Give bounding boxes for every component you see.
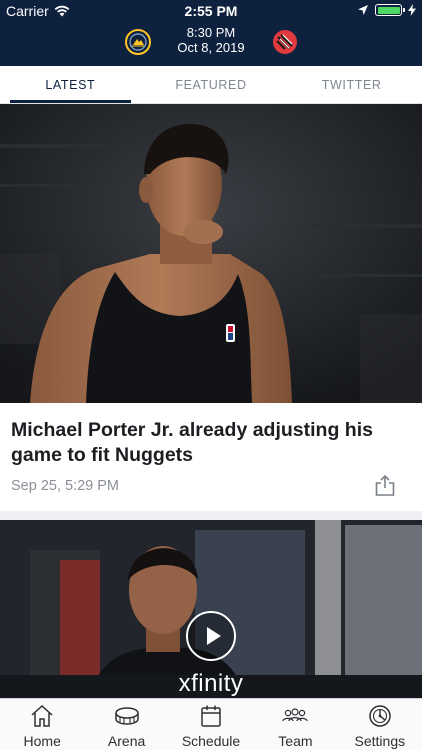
location-arrow-icon <box>358 5 368 15</box>
battery-icon <box>375 4 405 16</box>
article-date: Sep 25, 5:29 PM <box>11 478 120 494</box>
nav-label: Home <box>23 733 61 749</box>
settings-icon <box>369 705 391 727</box>
trail-blazers-logo-icon <box>272 29 298 55</box>
nav-item-arena[interactable]: Arena <box>84 699 168 750</box>
status-bar: Carrier 2:55 PM <box>0 0 422 22</box>
nav-item-home[interactable]: Home <box>0 699 84 750</box>
game-header[interactable]: 8:30 PM Oct 8, 2019 <box>0 25 422 61</box>
arena-icon <box>114 707 139 725</box>
video-card[interactable]: xfinity <box>0 520 422 700</box>
top-bar: Carrier 2:55 PM 8:30 PM Oct 8, 2019 <box>0 0 422 66</box>
tab-twitter[interactable]: TWITTER <box>281 66 422 103</box>
play-icon[interactable] <box>186 611 236 661</box>
tab-latest[interactable]: LATEST <box>0 66 141 103</box>
nav-label: Settings <box>354 733 406 749</box>
game-date: Oct 8, 2019 <box>177 40 245 55</box>
nav-item-schedule[interactable]: Schedule <box>169 699 253 750</box>
article-headline[interactable]: Michael Porter Jr. already adjusting his… <box>11 418 391 468</box>
nav-label: Schedule <box>181 733 241 749</box>
home-icon <box>31 704 53 727</box>
share-icon[interactable] <box>373 473 397 497</box>
article-card[interactable]: Michael Porter Jr. already adjusting his… <box>0 104 422 511</box>
nav-item-team[interactable]: Team <box>253 699 337 750</box>
sponsor-logo: xfinity <box>178 670 244 697</box>
bottom-nav: Home Arena Schedule Team Settings <box>0 698 422 750</box>
game-time: 8:30 PM <box>186 25 236 40</box>
nav-label: Arena <box>107 733 146 749</box>
nav-item-settings[interactable]: Settings <box>338 699 422 750</box>
charging-bolt-icon <box>408 4 416 16</box>
content-tabs: LATEST FEATURED TWITTER <box>0 66 422 104</box>
app-screen: Carrier 2:55 PM 8:30 PM Oct 8, 2019 LATE… <box>0 0 422 750</box>
team-icon <box>282 708 309 722</box>
tab-featured[interactable]: FEATURED <box>141 66 282 103</box>
article-photo[interactable] <box>0 104 422 403</box>
calendar-icon <box>201 705 221 727</box>
nav-label: Team <box>278 733 313 749</box>
status-right <box>357 4 416 16</box>
